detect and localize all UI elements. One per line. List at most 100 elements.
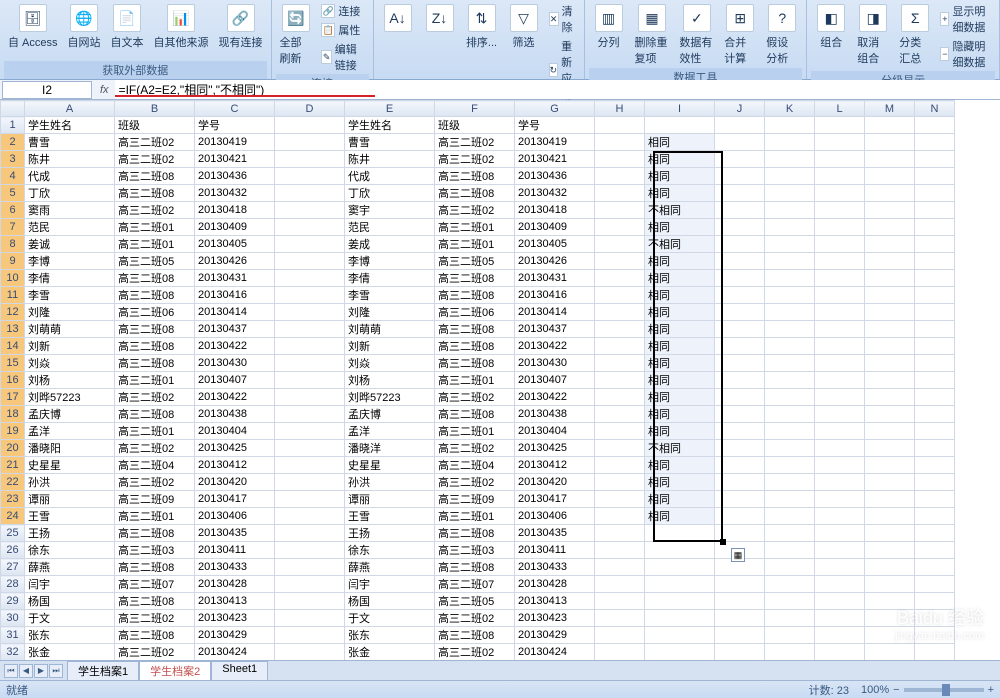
cell-H17[interactable] [595, 389, 645, 406]
cell-E18[interactable]: 孟庆博 [345, 406, 435, 423]
cell-M6[interactable] [865, 202, 915, 219]
cell-J3[interactable] [715, 151, 765, 168]
cell-C14[interactable]: 20130422 [195, 338, 275, 355]
cell-G7[interactable]: 20130409 [515, 219, 595, 236]
cell-J4[interactable] [715, 168, 765, 185]
btn-validation[interactable]: ✓数据有效性 [675, 2, 718, 68]
cell-A15[interactable]: 刘焱 [25, 355, 115, 372]
cell-L20[interactable] [815, 440, 865, 457]
cell-A2[interactable]: 曹雪 [25, 134, 115, 151]
cell-A9[interactable]: 李博 [25, 253, 115, 270]
cell-C10[interactable]: 20130431 [195, 270, 275, 287]
cell-B24[interactable]: 高三二班01 [115, 508, 195, 525]
cell-F16[interactable]: 高三二班01 [435, 372, 515, 389]
cell-M20[interactable] [865, 440, 915, 457]
cell-G16[interactable]: 20130407 [515, 372, 595, 389]
cell-L23[interactable] [815, 491, 865, 508]
cell-M28[interactable] [865, 576, 915, 593]
row-header-9[interactable]: 9 [1, 253, 25, 270]
cell-B7[interactable]: 高三二班01 [115, 219, 195, 236]
btn-properties[interactable]: 📋属性 [318, 21, 368, 39]
cell-N14[interactable] [915, 338, 955, 355]
row-header-10[interactable]: 10 [1, 270, 25, 287]
row-header-23[interactable]: 23 [1, 491, 25, 508]
cell-E27[interactable]: 薛燕 [345, 559, 435, 576]
cell-I17[interactable]: 相同 [645, 389, 715, 406]
btn-remove-dup[interactable]: ▦删除重复项 [631, 2, 674, 68]
cell-N20[interactable] [915, 440, 955, 457]
tab-nav-next[interactable]: ▶ [34, 664, 48, 678]
btn-existing[interactable]: 🔗现有连接 [215, 2, 267, 52]
cell-K3[interactable] [765, 151, 815, 168]
cell-M31[interactable] [865, 627, 915, 644]
cell-M30[interactable] [865, 610, 915, 627]
cell-D30[interactable] [275, 610, 345, 627]
col-header-L[interactable]: L [815, 101, 865, 117]
zoom-slider[interactable] [904, 688, 984, 692]
cell-G14[interactable]: 20130422 [515, 338, 595, 355]
cell-J28[interactable] [715, 576, 765, 593]
cell-C13[interactable]: 20130437 [195, 321, 275, 338]
cell-H13[interactable] [595, 321, 645, 338]
cell-F14[interactable]: 高三二班08 [435, 338, 515, 355]
cell-E29[interactable]: 杨国 [345, 593, 435, 610]
cell-M21[interactable] [865, 457, 915, 474]
col-header-F[interactable]: F [435, 101, 515, 117]
cell-B4[interactable]: 高三二班08 [115, 168, 195, 185]
cell-G26[interactable]: 20130411 [515, 542, 595, 559]
cell-D21[interactable] [275, 457, 345, 474]
cell-C32[interactable]: 20130424 [195, 644, 275, 661]
cell-C19[interactable]: 20130404 [195, 423, 275, 440]
cell-C30[interactable]: 20130423 [195, 610, 275, 627]
cell-C2[interactable]: 20130419 [195, 134, 275, 151]
row-header-27[interactable]: 27 [1, 559, 25, 576]
formula-input[interactable]: =IF(A2=E2,"相同","不相同") [115, 80, 1000, 99]
col-header-A[interactable]: A [25, 101, 115, 117]
cell-I25[interactable] [645, 525, 715, 542]
cell-F25[interactable]: 高三二班08 [435, 525, 515, 542]
cell-L22[interactable] [815, 474, 865, 491]
row-header-7[interactable]: 7 [1, 219, 25, 236]
cell-D31[interactable] [275, 627, 345, 644]
sheet-tab-1[interactable]: 学生档案2 [139, 661, 211, 680]
cell-M25[interactable] [865, 525, 915, 542]
cell-A5[interactable]: 丁欣 [25, 185, 115, 202]
btn-hide-detail[interactable]: −隐藏明细数据 [937, 37, 995, 71]
cell-I3[interactable]: 相同 [645, 151, 715, 168]
cell-E16[interactable]: 刘杨 [345, 372, 435, 389]
cell-C6[interactable]: 20130418 [195, 202, 275, 219]
col-header-D[interactable]: D [275, 101, 345, 117]
cell-E4[interactable]: 代成 [345, 168, 435, 185]
row-header-12[interactable]: 12 [1, 304, 25, 321]
cell-N11[interactable] [915, 287, 955, 304]
cell-C24[interactable]: 20130406 [195, 508, 275, 525]
cell-B12[interactable]: 高三二班06 [115, 304, 195, 321]
cell-F21[interactable]: 高三二班04 [435, 457, 515, 474]
cell-J10[interactable] [715, 270, 765, 287]
cell-L28[interactable] [815, 576, 865, 593]
cell-C5[interactable]: 20130432 [195, 185, 275, 202]
cell-D6[interactable] [275, 202, 345, 219]
cell-H14[interactable] [595, 338, 645, 355]
btn-clear[interactable]: ✕清除 [546, 2, 580, 36]
cell-E7[interactable]: 范民 [345, 219, 435, 236]
col-header-C[interactable]: C [195, 101, 275, 117]
cell-M13[interactable] [865, 321, 915, 338]
cell-K9[interactable] [765, 253, 815, 270]
cell-C7[interactable]: 20130409 [195, 219, 275, 236]
cell-M14[interactable] [865, 338, 915, 355]
cell-K15[interactable] [765, 355, 815, 372]
cell-I9[interactable]: 相同 [645, 253, 715, 270]
cell-L8[interactable] [815, 236, 865, 253]
cell-C26[interactable]: 20130411 [195, 542, 275, 559]
cell-J11[interactable] [715, 287, 765, 304]
cell-I2[interactable]: 相同 [645, 134, 715, 151]
cell-L18[interactable] [815, 406, 865, 423]
cell-D16[interactable] [275, 372, 345, 389]
cell-J18[interactable] [715, 406, 765, 423]
cell-G10[interactable]: 20130431 [515, 270, 595, 287]
cell-D1[interactable] [275, 117, 345, 134]
cell-A32[interactable]: 张金 [25, 644, 115, 661]
row-header-17[interactable]: 17 [1, 389, 25, 406]
cell-E12[interactable]: 刘隆 [345, 304, 435, 321]
